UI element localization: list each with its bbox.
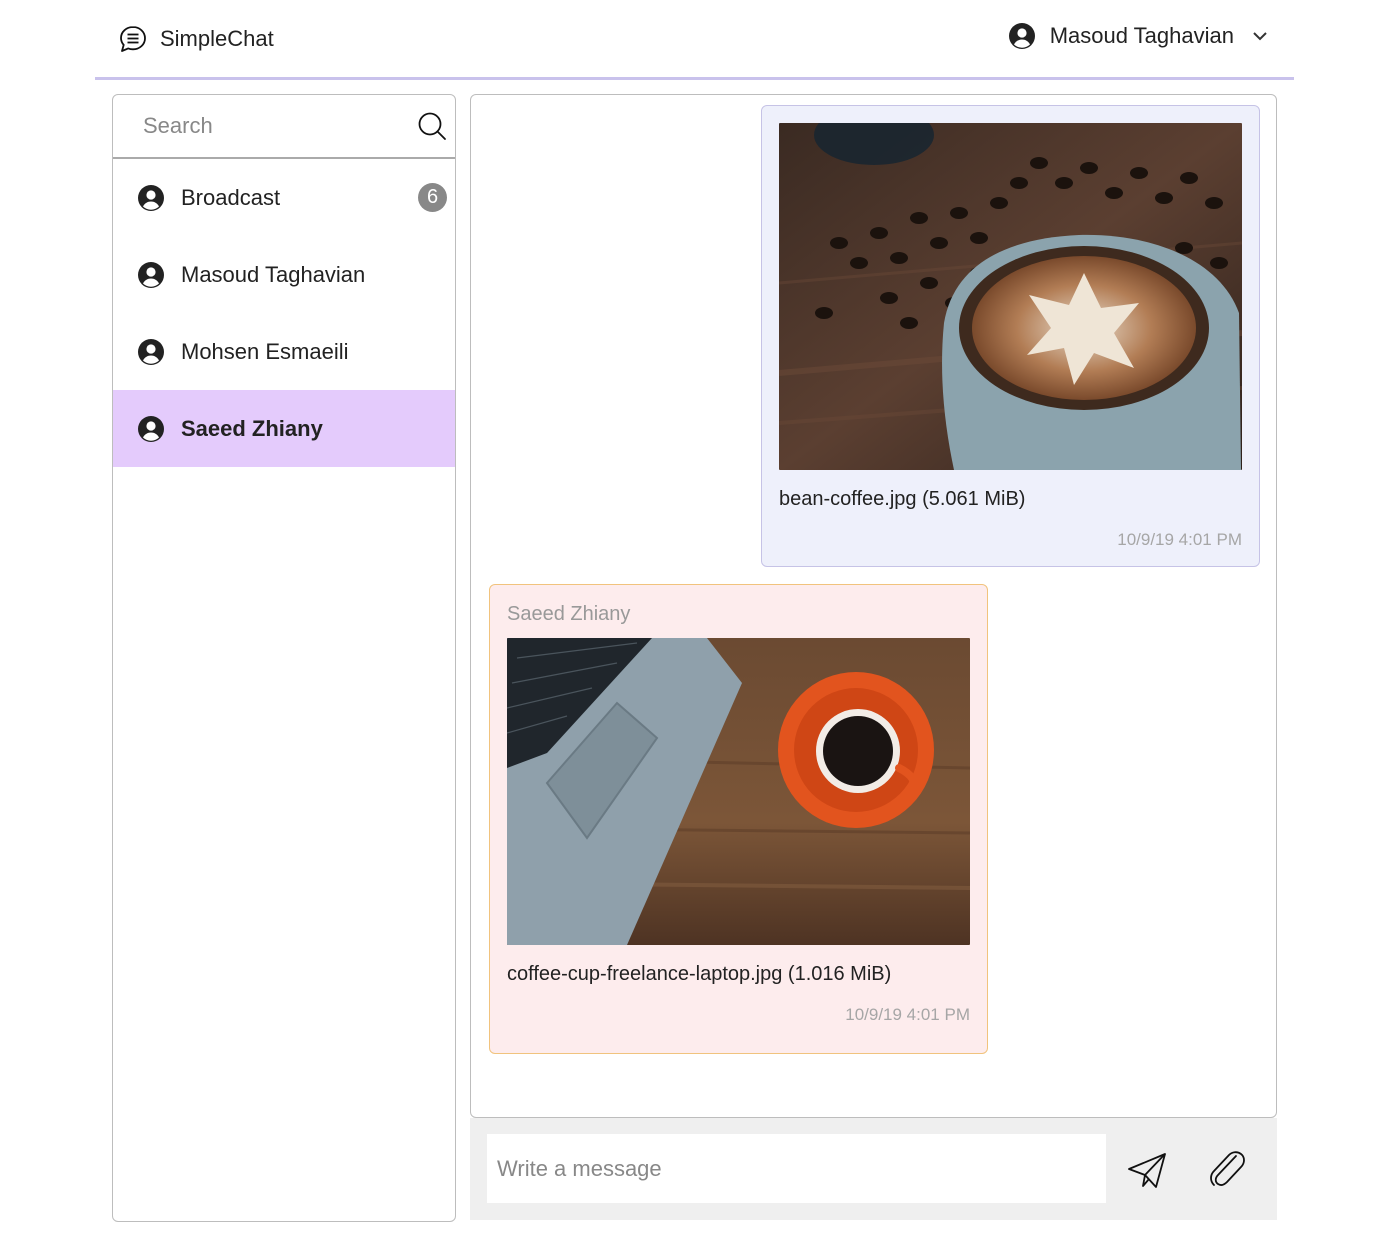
message-composer [470,1118,1277,1220]
image-attachment-coffee-laptop[interactable] [507,638,970,945]
contact-item-broadcast[interactable]: Broadcast 6 [113,159,455,236]
contact-name: Broadcast [181,184,281,210]
attachment-filename[interactable]: bean-coffee.jpg (5.061 MiB) [779,488,1242,511]
app-name: SimpleChat [160,26,274,51]
user-circle-icon [138,415,164,442]
search-input[interactable] [113,95,403,157]
contact-name: Mohsen Esmaeili [181,338,349,364]
image-attachment-bean-coffee[interactable] [779,123,1242,470]
search-icon[interactable] [417,111,447,141]
unread-count-badge: 6 [418,183,447,212]
search-box [113,95,455,159]
user-circle-icon [138,338,164,365]
outgoing-message: bean-coffee.jpg (5.061 MiB) 10/9/19 4:01… [761,105,1260,567]
contact-item-mohsen-esmaeili[interactable]: Mohsen Esmaeili [113,313,455,390]
user-menu[interactable]: Masoud Taghavian [1008,22,1270,50]
user-circle-icon [138,184,164,211]
contact-item-saeed-zhiany[interactable]: Saeed Zhiany [113,390,455,467]
attachment-filename[interactable]: coffee-cup-freelance-laptop.jpg (1.016 M… [507,963,970,986]
contact-sidebar: Broadcast 6 Masoud Taghavian Mohsen Esma… [112,94,456,1222]
message-list[interactable]: bean-coffee.jpg (5.061 MiB) 10/9/19 4:01… [470,94,1277,1118]
incoming-message: Saeed Zhiany coffee-cup-freelance-laptop… [489,584,988,1054]
current-user-name: Masoud Taghavian [1049,23,1234,48]
app-header: SimpleChat Masoud Taghavian [95,0,1294,80]
paper-plane-icon[interactable] [1126,1150,1168,1190]
brand[interactable]: SimpleChat [118,24,274,54]
user-circle-icon [1008,23,1035,49]
message-timestamp: 10/9/19 4:01 PM [1117,530,1242,549]
chevron-down-icon[interactable] [1250,26,1270,46]
user-circle-icon [138,261,164,288]
message-timestamp: 10/9/19 4:01 PM [845,1005,970,1024]
paperclip-icon[interactable] [1206,1148,1246,1190]
message-input[interactable] [487,1134,1106,1203]
message-sender: Saeed Zhiany [507,603,631,625]
contact-name: Masoud Taghavian [181,261,366,287]
contact-name: Saeed Zhiany [181,415,323,441]
chat-bubble-icon [120,26,146,52]
contact-item-masoud-taghavian[interactable]: Masoud Taghavian [113,236,455,313]
